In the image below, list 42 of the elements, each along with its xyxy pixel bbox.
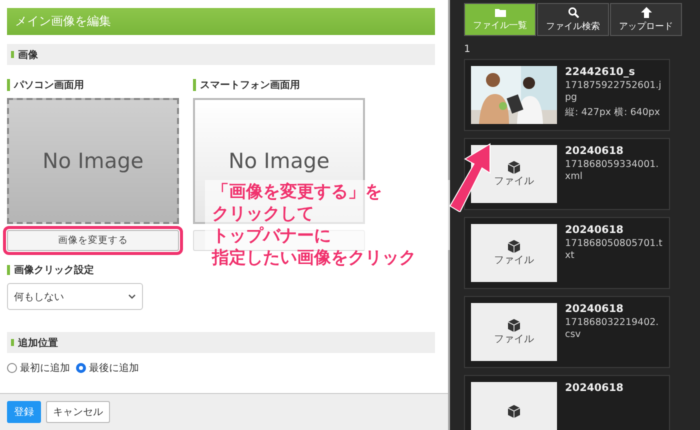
file-filename: 171868050805701.txt [565, 238, 663, 263]
search-icon [568, 6, 578, 18]
dialog-title: メイン画像を編集 [7, 8, 435, 35]
field-label: スマートフォン画面用 [193, 78, 365, 92]
chevron-down-icon [128, 294, 136, 299]
radio-option[interactable]: 最初に追加 [7, 361, 70, 375]
cube-icon [508, 240, 520, 252]
image-size: 縦: 427px 横: 640px [565, 106, 662, 120]
thumbnail-label: ファイル [494, 332, 534, 346]
file-name: 20240618 [565, 224, 624, 236]
cube-icon [508, 318, 520, 332]
click-action-select[interactable]: 何もしない [7, 283, 143, 310]
thumbnail-label: ファイル [494, 174, 534, 188]
cube-icon [508, 160, 520, 174]
file-name: 20240618 [565, 145, 624, 157]
cancel-button[interactable]: キャンセル [46, 401, 110, 423]
file-card[interactable]: ファイル 20240618 171868050805701.txt [464, 217, 670, 289]
file-card[interactable]: ファイル 20240618 171868059334001.xml [464, 138, 670, 210]
upload-arrow-icon [640, 6, 652, 18]
file-card[interactable]: 20240618 [464, 375, 670, 430]
file-filename: 171868032219402.csv [565, 317, 660, 342]
annotation-text: クリックして [212, 203, 315, 225]
image-preview: No Image [7, 98, 179, 224]
cube-icon [508, 404, 520, 418]
page-number: 1 [464, 44, 472, 55]
file-name: 20240618 [565, 382, 624, 394]
file-name: 20240618 [565, 303, 624, 315]
file-card[interactable]: ファイル 20240618 171868032219402.csv [464, 296, 670, 368]
field-label: パソコン画面用 [7, 78, 179, 92]
file-filename: 171875922752601.jpg [565, 80, 662, 105]
radio-option[interactable]: 最後に追加 [76, 361, 139, 375]
annotation-text: トップバナーに [212, 225, 332, 247]
section-header: 画像 [7, 44, 435, 65]
file-name: 22442610_s [565, 66, 636, 78]
annotation-text: 「画像を変更する」を [212, 181, 383, 203]
file-tab[interactable]: アップロード [610, 3, 682, 36]
folder-icon [494, 8, 506, 16]
file-tab[interactable]: ファイル検索 [537, 3, 609, 36]
section-header: 追加位置 [7, 332, 435, 353]
file-card[interactable]: 22442610_s 171875922752601.jpg 縦: 427px 横: 640px [464, 59, 670, 131]
thumbnail-label: ファイル [494, 254, 534, 266]
file-filename: 171868059334001.xml [565, 159, 660, 184]
